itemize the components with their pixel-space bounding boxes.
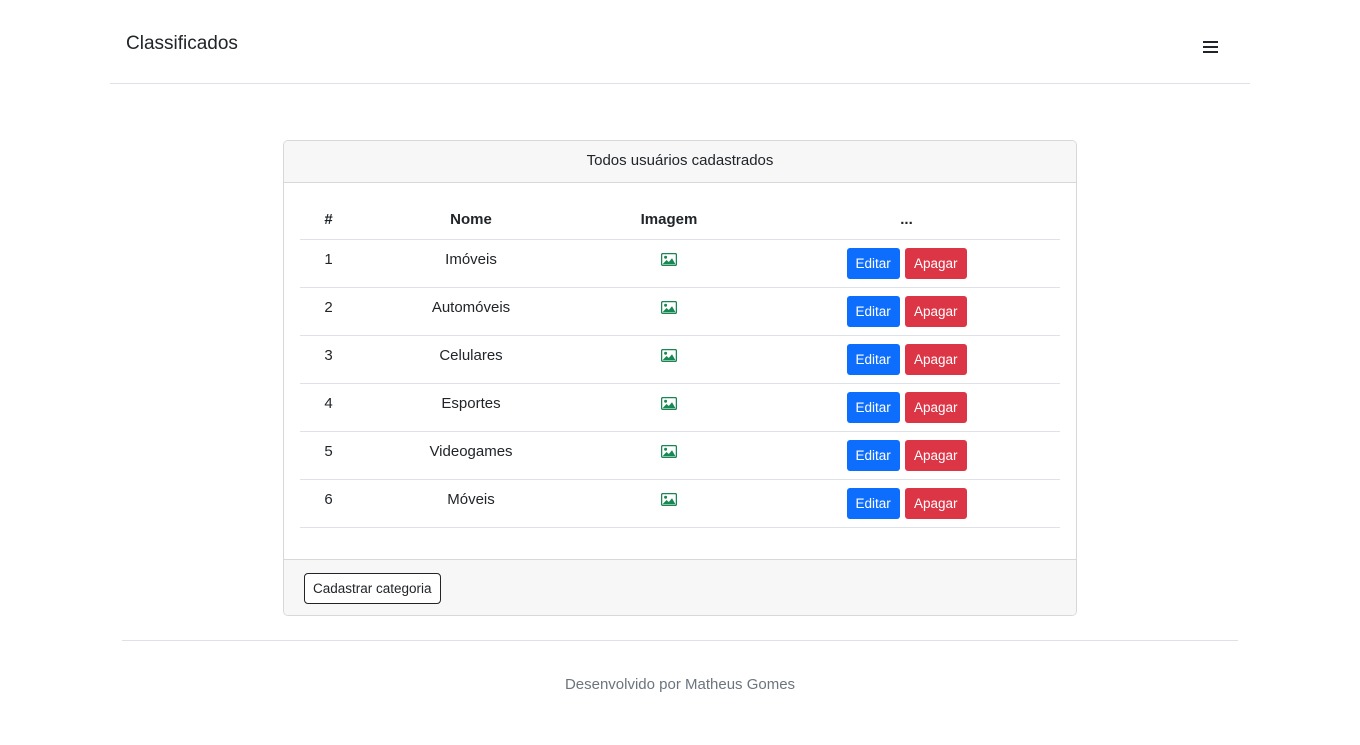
row-actions: Editar Apagar <box>753 431 1060 480</box>
footer-divider <box>122 640 1238 641</box>
row-name: Videogames <box>357 431 585 480</box>
row-image-cell <box>585 431 753 480</box>
footer-credit: Desenvolvido por Matheus Gomes <box>564 676 796 693</box>
add-category-button[interactable]: Cadastrar categoria <box>304 573 441 604</box>
row-number: 2 <box>300 287 357 336</box>
delete-button[interactable]: Apagar <box>904 247 967 279</box>
row-name: Móveis <box>357 479 585 528</box>
categories-table: # Nome Imagem ... 1 Imóveis Editar Apaga… <box>300 199 1060 528</box>
row-actions: Editar Apagar <box>753 479 1060 528</box>
delete-button[interactable]: Apagar <box>904 439 967 471</box>
image-icon[interactable] <box>661 493 677 507</box>
delete-button[interactable]: Apagar <box>904 487 967 519</box>
row-image-cell <box>585 239 753 288</box>
table-row: 3 Celulares Editar Apagar <box>300 335 1060 384</box>
navbar: Classificados <box>110 0 1250 84</box>
table-body: 1 Imóveis Editar Apagar 2 Automóveis Edi… <box>300 239 1060 528</box>
table-row: 5 Videogames Editar Apagar <box>300 431 1060 480</box>
column-header-number: # <box>300 199 357 240</box>
row-number: 4 <box>300 383 357 432</box>
row-number: 1 <box>300 239 357 288</box>
row-actions: Editar Apagar <box>753 335 1060 384</box>
delete-button[interactable]: Apagar <box>904 343 967 375</box>
column-header-image: Imagem <box>585 199 753 240</box>
table-row: 4 Esportes Editar Apagar <box>300 383 1060 432</box>
image-icon[interactable] <box>661 253 677 267</box>
row-actions: Editar Apagar <box>753 239 1060 288</box>
row-image-cell <box>585 383 753 432</box>
row-name: Celulares <box>357 335 585 384</box>
edit-button[interactable]: Editar <box>846 439 900 471</box>
row-number: 5 <box>300 431 357 480</box>
card-header: Todos usuários cadastrados <box>284 141 1076 183</box>
row-actions: Editar Apagar <box>753 383 1060 432</box>
column-header-actions: ... <box>753 199 1060 240</box>
delete-button[interactable]: Apagar <box>904 391 967 423</box>
column-header-name: Nome <box>357 199 585 240</box>
edit-button[interactable]: Editar <box>846 247 900 279</box>
image-icon[interactable] <box>661 445 677 459</box>
edit-button[interactable]: Editar <box>846 295 900 327</box>
row-name: Automóveis <box>357 287 585 336</box>
edit-button[interactable]: Editar <box>846 487 900 519</box>
image-icon[interactable] <box>661 301 677 315</box>
card-footer: Cadastrar categoria <box>284 559 1076 615</box>
row-image-cell <box>585 335 753 384</box>
brand-link[interactable]: Classificados <box>126 33 238 55</box>
image-icon[interactable] <box>661 397 677 411</box>
delete-button[interactable]: Apagar <box>904 295 967 327</box>
row-name: Imóveis <box>357 239 585 288</box>
table-header-row: # Nome Imagem ... <box>300 199 1060 240</box>
hamburger-menu-icon[interactable] <box>1198 34 1224 60</box>
edit-button[interactable]: Editar <box>846 391 900 423</box>
card-body: # Nome Imagem ... 1 Imóveis Editar Apaga… <box>284 183 1076 560</box>
image-icon[interactable] <box>661 349 677 363</box>
row-number: 6 <box>300 479 357 528</box>
table-row: 1 Imóveis Editar Apagar <box>300 239 1060 288</box>
row-name: Esportes <box>357 383 585 432</box>
row-actions: Editar Apagar <box>753 287 1060 336</box>
row-image-cell <box>585 479 753 528</box>
edit-button[interactable]: Editar <box>846 343 900 375</box>
row-image-cell <box>585 287 753 336</box>
categories-card: Todos usuários cadastrados # Nome Imagem… <box>283 140 1077 616</box>
row-number: 3 <box>300 335 357 384</box>
table-row: 2 Automóveis Editar Apagar <box>300 287 1060 336</box>
table-row: 6 Móveis Editar Apagar <box>300 479 1060 528</box>
